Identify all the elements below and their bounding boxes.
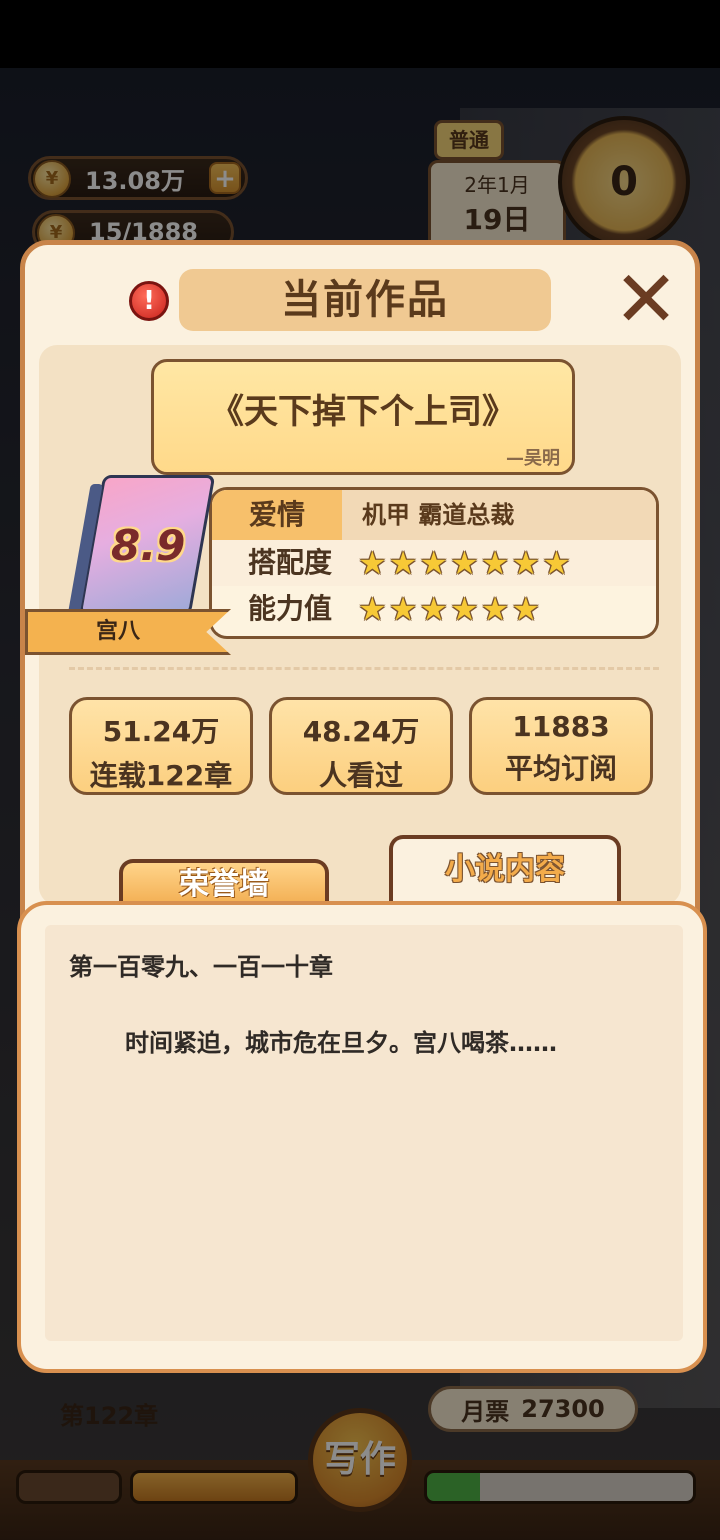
star-icon: ★ (388, 590, 418, 628)
modal-title: 当前作品 (179, 269, 551, 331)
alert-icon[interactable]: ! (129, 281, 169, 321)
star-icon: ★ (542, 544, 571, 582)
stat-views-value: 48.24万 (302, 715, 420, 748)
rating-row-ability: 能力值 ★ ★ ★ ★ ★ ★ (212, 586, 656, 632)
star-icon: ★ (358, 544, 387, 582)
stat-subscriptions-label: 平均订阅 (504, 752, 617, 785)
tab-novel-content[interactable]: 小说内容 (389, 835, 621, 911)
novel-content-panel: 第一百零九、一百一十章 时间紧迫，城市危在旦夕。宫八喝茶…… (17, 901, 707, 1373)
tab-honor-wall[interactable]: 荣誉墙 (119, 859, 329, 907)
star-icon: ★ (388, 544, 418, 582)
book-name: 《天下掉下个上司》 (210, 392, 516, 432)
genre-tags: 机甲 霸道总裁 (362, 501, 515, 529)
stat-serial-label: 连载122章 (89, 759, 233, 792)
protagonist-ribbon: 宫八 (25, 609, 231, 655)
stat-views-label: 人看过 (318, 759, 403, 792)
star-icon: ★ (480, 544, 510, 582)
stat-views: 48.24万 人看过 (269, 697, 453, 795)
star-icon: ★ (358, 590, 387, 628)
star-icon: ★ (511, 590, 541, 628)
star-icon: ★ (419, 590, 449, 628)
content-paper[interactable]: 第一百零九、一百一十章 时间紧迫，城市危在旦夕。宫八喝茶…… (45, 925, 683, 1341)
genre-row: 爱情 机甲 霸道总裁 (212, 490, 656, 540)
chapter-range: 第一百零九、一百一十章 (69, 953, 333, 981)
book-score: 8.9 (111, 521, 186, 570)
rating-label-ability: 能力值 (248, 592, 333, 625)
star-rating-match: ★ ★ ★ ★ ★ ★ ★ (358, 546, 571, 580)
book-title-card: 《天下掉下个上司》 —吴明 (151, 359, 575, 475)
rating-label-match: 搭配度 (248, 546, 333, 579)
divider (69, 667, 659, 670)
star-icon: ★ (450, 590, 479, 628)
stat-subscriptions-value: 11883 (512, 710, 610, 743)
current-work-modal: ! 当前作品 ✕ 《天下掉下个上司》 —吴明 爱情 机甲 霸道总裁 搭配度 ★ ★… (17, 240, 707, 1373)
stat-subscriptions: 11883 平均订阅 (469, 697, 653, 795)
stat-serial: 51.24万 连载122章 (69, 697, 253, 795)
book-spine (67, 484, 103, 618)
star-icon: ★ (511, 544, 541, 582)
book-author: —吴明 (506, 448, 560, 469)
star-icon: ★ (450, 544, 479, 582)
rating-row-match: 搭配度 ★ ★ ★ ★ ★ ★ ★ (212, 540, 656, 586)
genre-main: 爱情 (212, 490, 342, 540)
stat-serial-value: 51.24万 (102, 715, 220, 748)
star-icon: ★ (480, 590, 510, 628)
close-button[interactable]: ✕ (609, 261, 683, 339)
book-attributes-panel: 爱情 机甲 霸道总裁 搭配度 ★ ★ ★ ★ ★ ★ ★ 能力值 ★ ★ ★ ★ ★ ★ (209, 487, 659, 639)
chapter-excerpt: 时间紧迫，城市危在旦夕。宫八喝茶…… (125, 1029, 557, 1057)
work-info-section: 《天下掉下个上司》 —吴明 爱情 机甲 霸道总裁 搭配度 ★ ★ ★ ★ ★ ★ ★ 能力值… (25, 345, 681, 905)
star-icon: ★ (419, 544, 449, 582)
star-rating-ability: ★ ★ ★ ★ ★ ★ (358, 592, 540, 626)
